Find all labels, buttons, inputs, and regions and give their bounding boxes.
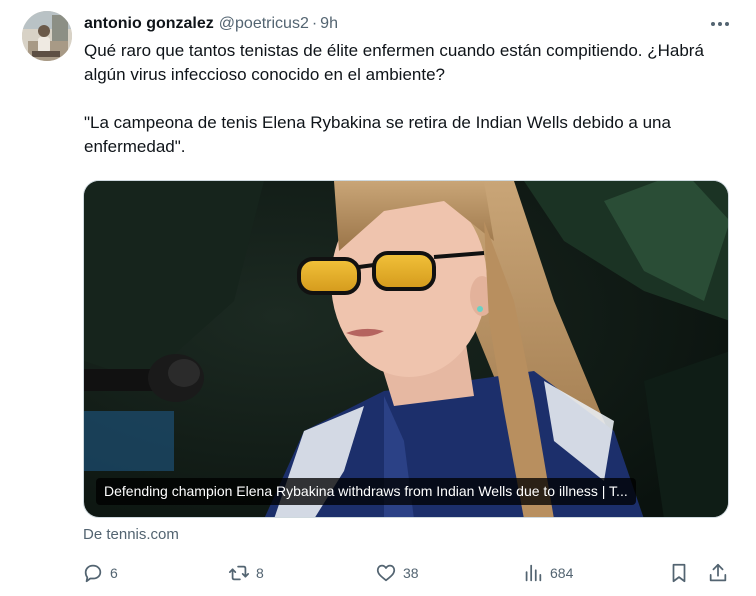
views-count: 684 [550,565,574,581]
bookmark-icon [672,563,686,583]
card-source[interactable]: De tennis.com [83,526,179,543]
like-icon [376,564,396,582]
author-name[interactable]: antonio gonzalez [84,15,214,33]
repost-count: 8 [256,565,264,581]
repost-button[interactable]: 8 [228,558,264,588]
bookmark-button[interactable] [668,558,690,588]
share-button[interactable] [707,558,729,588]
more-icon [711,22,729,26]
card-image [84,181,728,517]
views-button[interactable]: 684 [522,558,573,588]
repost-icon [228,565,250,581]
timestamp[interactable]: 9h [320,15,338,33]
views-icon [525,564,542,582]
tweet[interactable]: antonio gonzalez @poetricus2 · 9h Qué ra… [0,0,756,596]
tweet-header: antonio gonzalez @poetricus2 · 9h [84,13,338,35]
link-card[interactable]: Defending champion Elena Rybakina withdr… [83,180,729,518]
like-button[interactable]: 38 [375,558,419,588]
tweet-quote-paragraph: "La campeona de tenis Elena Rybakina se … [84,113,671,156]
tweet-text: Qué raro que tantos tenistas de élite en… [84,39,734,159]
separator-dot: · [311,15,318,32]
author-handle[interactable]: @poetricus2 [219,15,309,33]
avatar[interactable] [22,11,72,61]
more-options-button[interactable] [708,12,732,36]
action-bar: 6 8 38 684 [76,558,736,588]
tweet-paragraph: Qué raro que tantos tenistas de élite en… [84,41,704,84]
like-count: 38 [403,565,419,581]
reply-count: 6 [110,565,118,581]
card-title: Defending champion Elena Rybakina withdr… [96,478,636,505]
share-icon [709,563,727,582]
reply-icon [84,564,102,583]
reply-button[interactable]: 6 [82,558,118,588]
